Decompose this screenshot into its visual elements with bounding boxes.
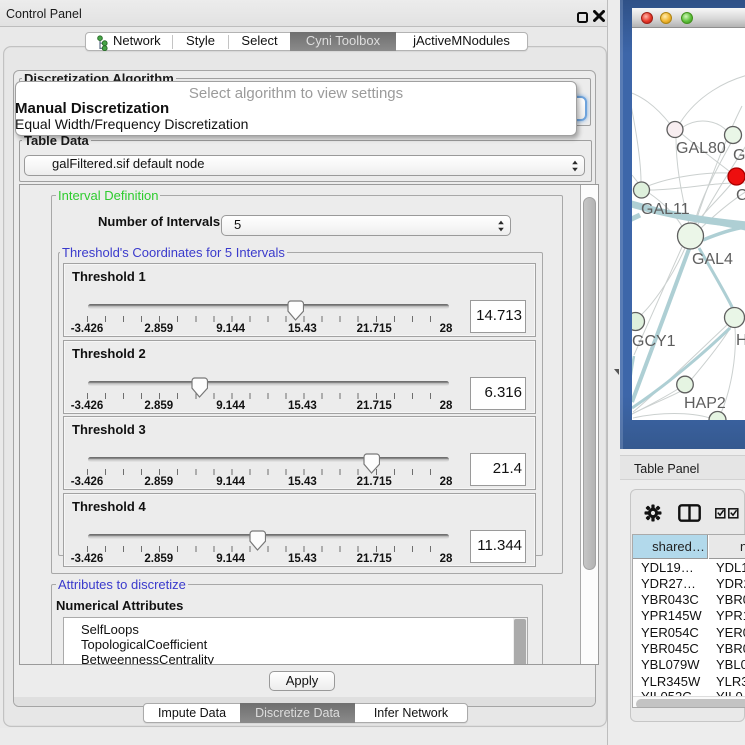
svg-text:G.: G. — [733, 147, 745, 164]
svg-text:C: C — [736, 187, 745, 204]
svg-text:HAP2: HAP2 — [684, 395, 726, 412]
svg-text:GAL11: GAL11 — [641, 201, 690, 218]
svg-text:GAL80: GAL80 — [676, 140, 726, 157]
svg-text:GAL4: GAL4 — [692, 251, 733, 268]
svg-text:H: H — [736, 332, 745, 349]
svg-text:GCY1: GCY1 — [632, 333, 676, 350]
